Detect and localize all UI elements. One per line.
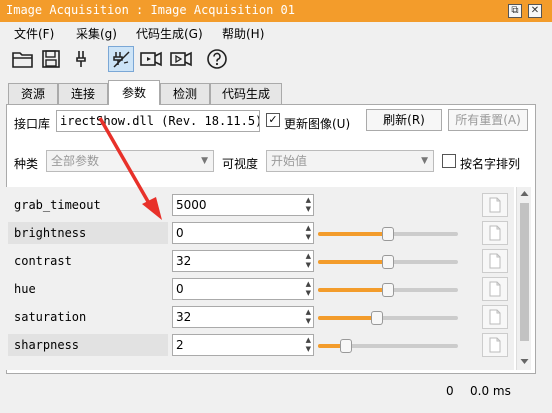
annotation-arrow xyxy=(98,117,162,220)
status-count: 0 xyxy=(446,384,454,398)
tab-parameters[interactable]: 参数 xyxy=(108,80,160,105)
status-time: 0.0 ms xyxy=(470,384,511,398)
